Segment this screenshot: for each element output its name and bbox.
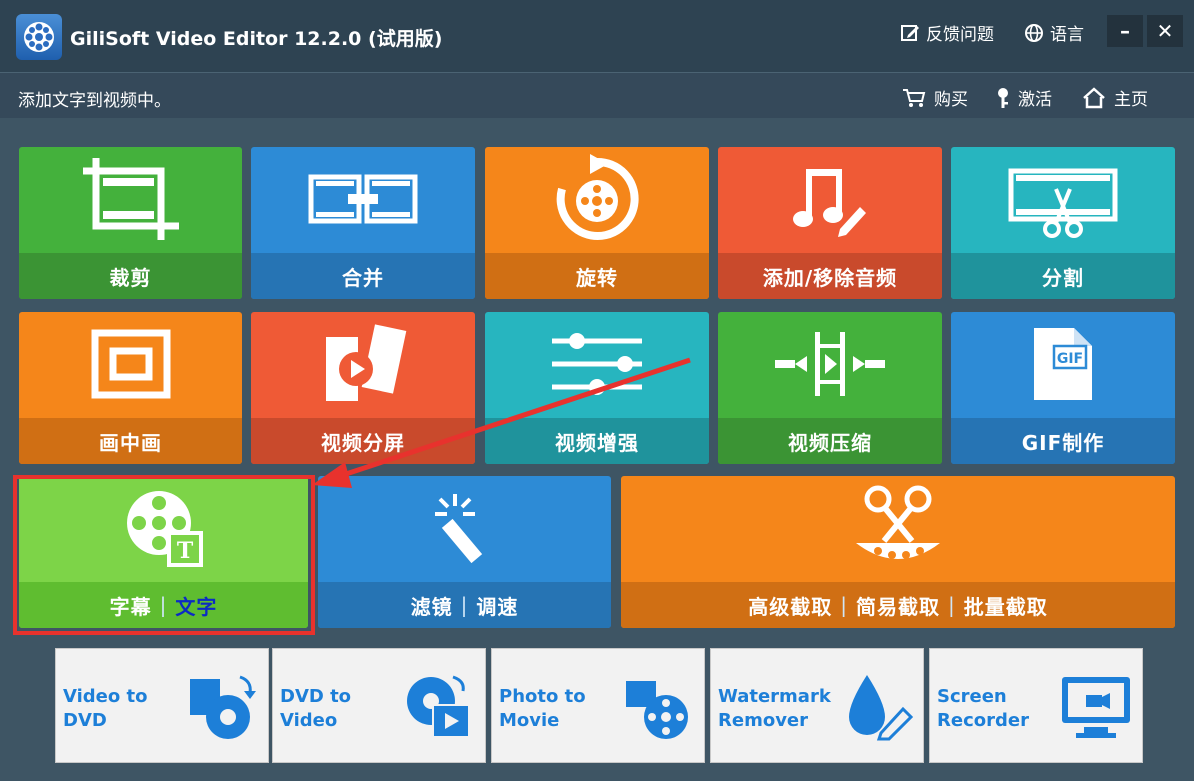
water-drop-icon: [849, 675, 913, 741]
video-to-dvd-label: Video to DVD: [63, 686, 148, 731]
dvd-video-icon: [407, 675, 470, 738]
screen-recorder-label: Screen Recorder: [937, 686, 1029, 731]
dvd-to-video-button[interactable]: DVD to Video: [272, 648, 486, 763]
screen-rec-icon: [1062, 677, 1130, 738]
video-dvd-icon: [190, 675, 256, 739]
watermark-remover-label: Watermark Remover: [718, 686, 831, 731]
video-to-dvd-button[interactable]: Video to DVD: [55, 648, 269, 763]
photo-to-movie-label: Photo to Movie: [499, 686, 586, 731]
screen-recorder-button[interactable]: Screen Recorder: [929, 648, 1143, 763]
photo-to-movie-button[interactable]: Photo to Movie: [491, 648, 705, 763]
photo-movie-icon: [626, 681, 688, 739]
dvd-to-video-label: DVD to Video: [280, 686, 352, 731]
watermark-remover-button[interactable]: Watermark Remover: [710, 648, 924, 763]
